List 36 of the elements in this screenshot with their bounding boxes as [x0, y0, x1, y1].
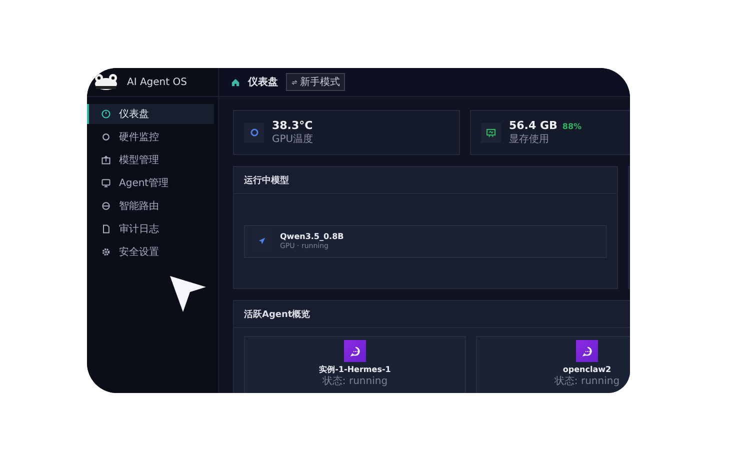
swap-icon: [291, 78, 298, 86]
panel-title: 运行中模型: [234, 167, 617, 194]
agent-name: 实例-1-Hermes-1: [319, 365, 391, 375]
agent-status: 状态: running: [322, 376, 388, 387]
agent-status: 状态: running: [554, 376, 620, 387]
circle-icon: [101, 132, 111, 142]
sidebar-item[interactable]: 模型管理: [87, 150, 214, 170]
stat-value: 38.3°C: [272, 119, 313, 132]
agent-name: openclaw2: [562, 365, 612, 375]
file-icon: [101, 224, 111, 234]
sidebar-item[interactable]: 硬件监控: [87, 127, 214, 147]
sidebar-item[interactable]: 智能路由: [87, 196, 214, 216]
panel-title: 活跃Agent概览: [234, 301, 630, 328]
stat-label: 显存使用: [509, 133, 550, 146]
breadcrumb: 仪表盘: [248, 76, 278, 89]
percent-text: 88%: [562, 122, 582, 131]
home-icon: [231, 78, 240, 86]
gauge-icon: [101, 109, 111, 119]
stat-label: GPU温度: [272, 132, 314, 146]
app-title: AI Agent OS: [127, 76, 187, 88]
model-name: Qwen3.5_0.8B: [280, 232, 344, 241]
cursor-icon: [168, 274, 208, 314]
sidebar-item[interactable]: Agent管理: [87, 173, 214, 193]
sidebar-item[interactable]: 仪表盘: [87, 104, 214, 124]
mode-button[interactable]: 新手模式: [286, 73, 345, 91]
route-icon: [101, 201, 111, 211]
box-icon: [101, 155, 111, 165]
chat-bubble-icon: [344, 340, 366, 362]
gear-icon: [101, 247, 111, 257]
chip-icon: [244, 122, 264, 142]
stat-value: 56.4 GB: [509, 119, 558, 132]
chat-bubble-icon: [576, 340, 598, 362]
monitor-icon: [101, 178, 111, 188]
sidebar-item[interactable]: 安全设置: [87, 242, 214, 262]
sidebar-item[interactable]: 审计日志: [87, 219, 214, 239]
display-icon: [481, 122, 501, 142]
